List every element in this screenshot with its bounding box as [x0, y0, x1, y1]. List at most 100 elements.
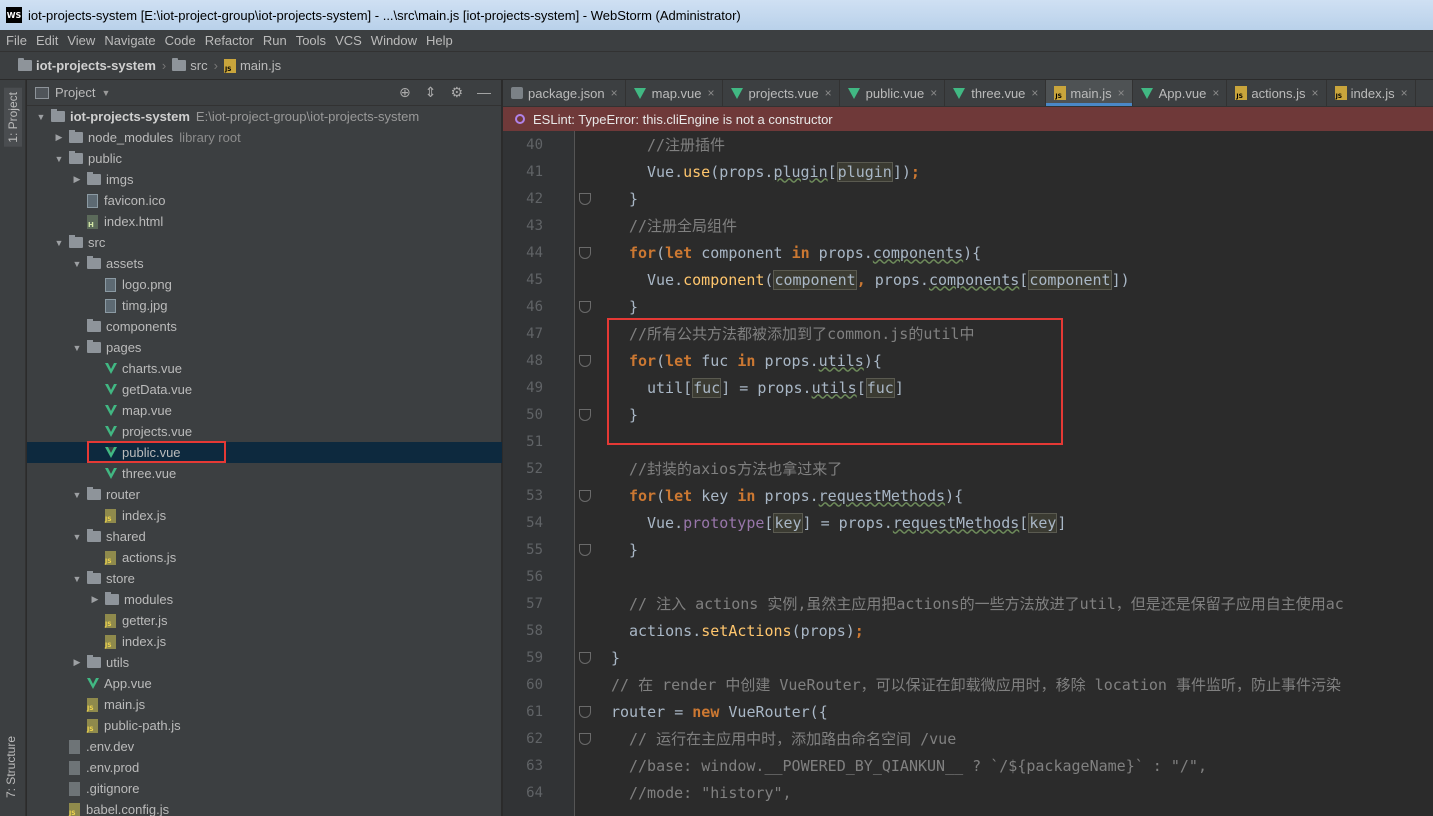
tree-item[interactable]: .env.dev — [27, 736, 502, 757]
editor-tab[interactable]: public.vue × — [840, 80, 946, 106]
menu-run[interactable]: Run — [263, 33, 287, 48]
tree-item[interactable]: actions.js — [27, 547, 502, 568]
fold-marker-icon[interactable] — [579, 193, 591, 205]
tree-item[interactable]: ▼ pages — [27, 337, 502, 358]
editor-tab[interactable]: main.js × — [1046, 80, 1133, 106]
code-token: [ — [1019, 270, 1029, 289]
tree-item[interactable]: ▶ node_modules library root — [27, 127, 502, 148]
tree-item[interactable]: index.js — [27, 631, 502, 652]
tree-item[interactable]: ▼ public — [27, 148, 502, 169]
menu-tools[interactable]: Tools — [296, 33, 326, 48]
breadcrumb-src[interactable]: src — [172, 58, 208, 73]
locate-icon[interactable]: ⊕ — [399, 84, 411, 101]
tree-item[interactable]: favicon.ico — [27, 190, 502, 211]
tree-item[interactable]: index.js — [27, 505, 502, 526]
tree-item[interactable]: ▼ shared — [27, 526, 502, 547]
tree-item[interactable]: map.vue — [27, 400, 502, 421]
menu-code[interactable]: Code — [165, 33, 196, 48]
close-icon[interactable]: × — [1031, 86, 1038, 100]
fold-marker-icon[interactable] — [579, 652, 591, 664]
tree-item[interactable]: getter.js — [27, 610, 502, 631]
expanded-arrow-icon[interactable]: ▼ — [71, 574, 83, 584]
hide-icon[interactable]: — — [477, 84, 491, 101]
close-icon[interactable]: × — [611, 86, 618, 100]
tree-item[interactable]: getData.vue — [27, 379, 502, 400]
tree-item[interactable]: three.vue — [27, 463, 502, 484]
tree-item[interactable]: App.vue — [27, 673, 502, 694]
dropdown-arrow-icon[interactable]: ▼ — [101, 88, 110, 98]
tree-item[interactable]: ▼ store — [27, 568, 502, 589]
menu-window[interactable]: Window — [371, 33, 417, 48]
tree-item[interactable]: .env.prod — [27, 757, 502, 778]
collapse-all-icon[interactable]: ⇕ — [425, 84, 437, 101]
editor-tab-label: main.js — [1070, 85, 1112, 101]
expanded-arrow-icon[interactable]: ▼ — [71, 490, 83, 500]
expanded-arrow-icon[interactable]: ▼ — [35, 112, 47, 122]
close-icon[interactable]: × — [1212, 86, 1219, 100]
close-icon[interactable]: × — [825, 86, 832, 100]
menu-refactor[interactable]: Refactor — [205, 33, 254, 48]
menu-file[interactable]: File — [6, 33, 27, 48]
collapsed-arrow-icon[interactable]: ▶ — [71, 174, 83, 185]
expanded-arrow-icon[interactable]: ▼ — [53, 238, 65, 248]
tree-item[interactable]: index.html — [27, 211, 502, 232]
gear-icon[interactable]: ⚙ — [450, 84, 463, 101]
fold-marker-icon[interactable] — [579, 733, 591, 745]
close-icon[interactable]: × — [708, 86, 715, 100]
tree-item[interactable]: ▼ router — [27, 484, 502, 505]
breadcrumb-project[interactable]: iot-projects-system — [18, 58, 156, 73]
collapsed-arrow-icon[interactable]: ▶ — [53, 132, 65, 143]
tree-item[interactable]: ▶ modules — [27, 589, 502, 610]
tree-item[interactable]: ▶ utils — [27, 652, 502, 673]
tree-item[interactable]: components — [27, 316, 502, 337]
fold-marker-icon[interactable] — [579, 247, 591, 259]
fold-marker-icon[interactable] — [579, 355, 591, 367]
project-tool-tab[interactable]: 1: Project — [4, 88, 22, 147]
expanded-arrow-icon[interactable]: ▼ — [71, 259, 83, 269]
project-view-selector[interactable]: Project — [55, 85, 95, 100]
tree-item[interactable]: ▼ iot-projects-system E:\iot-project-group… — [27, 106, 502, 127]
tree-item[interactable]: timg.jpg — [27, 295, 502, 316]
editor-tab[interactable]: package.json × — [503, 80, 626, 106]
fold-marker-icon[interactable] — [579, 544, 591, 556]
editor-tab[interactable]: index.js × — [1327, 80, 1416, 106]
expanded-arrow-icon[interactable]: ▼ — [71, 532, 83, 542]
tree-item-label: actions.js — [122, 550, 177, 565]
tree-item[interactable]: .gitignore — [27, 778, 502, 799]
fold-marker-icon[interactable] — [579, 706, 591, 718]
collapsed-arrow-icon[interactable]: ▶ — [71, 657, 83, 668]
tree-item[interactable]: charts.vue — [27, 358, 502, 379]
editor-tab[interactable]: actions.js × — [1227, 80, 1327, 106]
close-icon[interactable]: × — [930, 86, 937, 100]
close-icon[interactable]: × — [1312, 86, 1319, 100]
code-area[interactable]: 40//注册插件 41 Vue.use(props.plugin[plugin]);… — [503, 131, 1433, 816]
tree-item[interactable]: ▶ imgs — [27, 169, 502, 190]
code-text: //注册插件 — [647, 134, 725, 155]
menu-help[interactable]: Help — [426, 33, 453, 48]
fold-marker-icon[interactable] — [579, 301, 591, 313]
tree-item[interactable]: babel.config.js — [27, 799, 502, 816]
tree-item[interactable]: public-path.js — [27, 715, 502, 736]
editor-tab[interactable]: map.vue × — [626, 80, 723, 106]
tree-item[interactable]: projects.vue — [27, 421, 502, 442]
close-icon[interactable]: × — [1118, 86, 1125, 100]
fold-marker-icon[interactable] — [579, 490, 591, 502]
menu-navigate[interactable]: Navigate — [104, 33, 155, 48]
editor-tab[interactable]: App.vue × — [1133, 80, 1228, 106]
structure-tool-tab[interactable]: 7: Structure — [4, 736, 18, 798]
breadcrumb-file[interactable]: main.js — [223, 58, 281, 73]
editor-tab[interactable]: three.vue × — [945, 80, 1047, 106]
tree-item[interactable]: ▼ assets — [27, 253, 502, 274]
editor-tab[interactable]: projects.vue × — [723, 80, 840, 106]
expanded-arrow-icon[interactable]: ▼ — [71, 343, 83, 353]
tree-item[interactable]: ▼ src — [27, 232, 502, 253]
tree-item[interactable]: logo.png — [27, 274, 502, 295]
fold-marker-icon[interactable] — [579, 409, 591, 421]
menu-view[interactable]: View — [67, 33, 95, 48]
collapsed-arrow-icon[interactable]: ▶ — [89, 594, 101, 605]
tree-item[interactable]: main.js — [27, 694, 502, 715]
close-icon[interactable]: × — [1401, 86, 1408, 100]
menu-edit[interactable]: Edit — [36, 33, 58, 48]
expanded-arrow-icon[interactable]: ▼ — [53, 154, 65, 164]
menu-vcs[interactable]: VCS — [335, 33, 362, 48]
